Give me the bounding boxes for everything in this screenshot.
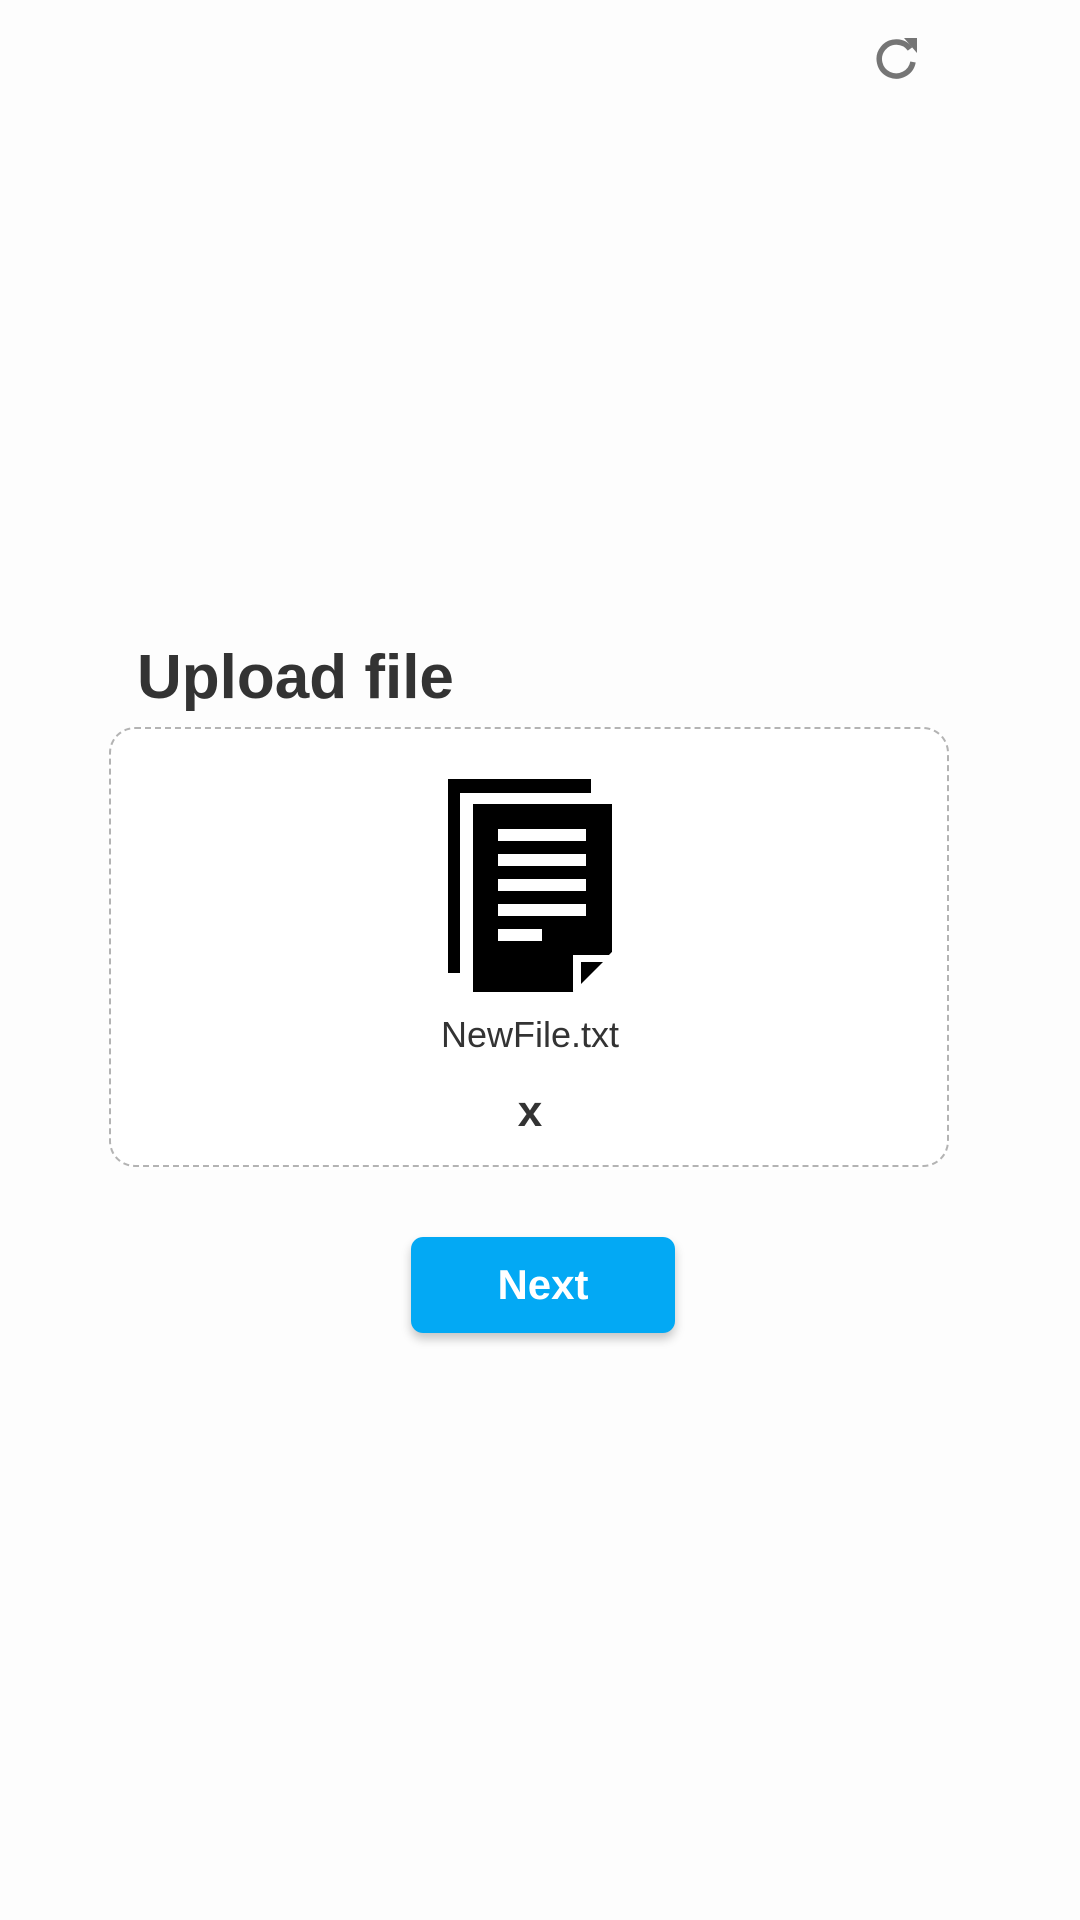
page-title: Upload file xyxy=(137,643,454,712)
next-button[interactable]: Next xyxy=(411,1237,675,1333)
refresh-button[interactable] xyxy=(870,32,922,84)
document-icon xyxy=(448,779,612,992)
file-name: NewFile.txt xyxy=(440,1014,620,1055)
refresh-icon xyxy=(870,32,922,84)
remove-file-button[interactable]: x xyxy=(500,1085,560,1139)
